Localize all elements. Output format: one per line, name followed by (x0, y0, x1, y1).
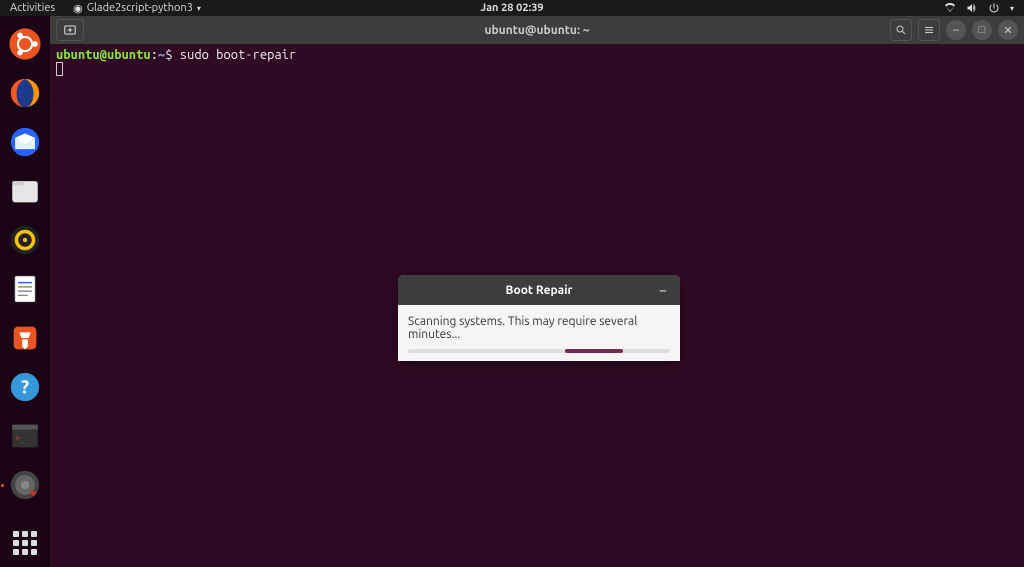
dock-item-bootrepair[interactable] (6, 468, 44, 503)
help-icon: ? (8, 370, 42, 404)
cursor (56, 62, 63, 76)
dock-item-ubuntu[interactable] (6, 26, 44, 61)
cursor-line (56, 62, 1018, 76)
command-text: sudo boot-repair (180, 48, 296, 62)
svg-text:?: ? (21, 378, 29, 398)
prompt-dollar: $ (165, 48, 180, 62)
search-button[interactable] (890, 19, 912, 41)
chevron-down-icon: ▾ (197, 4, 201, 13)
dock-item-firefox[interactable] (6, 75, 44, 110)
boot-repair-icon (8, 468, 42, 502)
dock-item-software[interactable] (6, 321, 44, 356)
new-tab-button[interactable] (56, 19, 84, 41)
hamburger-icon (923, 24, 935, 36)
dialog-title: Boot Repair (506, 284, 573, 297)
dock-item-files[interactable] (6, 173, 44, 208)
libreoffice-writer-icon (8, 272, 42, 306)
power-icon (988, 2, 1000, 14)
menu-button[interactable] (918, 19, 940, 41)
files-icon (8, 174, 42, 208)
status-area[interactable]: ▾ (944, 2, 1014, 14)
boot-repair-dialog[interactable]: Boot Repair ‒ Scanning systems. This may… (398, 275, 680, 361)
dock-item-writer[interactable] (6, 271, 44, 306)
thunderbird-icon (8, 125, 42, 159)
app-indicator-label: Glade2script-python3 (87, 2, 193, 14)
progress-bar-fill (565, 349, 623, 353)
network-icon (944, 2, 956, 14)
progress-bar-track (408, 349, 670, 353)
terminal-icon: >_ (8, 419, 42, 453)
volume-icon (966, 2, 978, 14)
dialog-message: Scanning systems. This may require sever… (408, 315, 670, 341)
ubuntu-logo-icon (8, 27, 42, 61)
prompt-sep: : (151, 48, 158, 62)
terminal-title: ubuntu@ubuntu: ~ (484, 24, 589, 37)
dialog-minimize-button[interactable]: ‒ (654, 281, 672, 299)
firefox-icon (8, 76, 42, 110)
dock: ? >_ (0, 16, 50, 567)
close-button[interactable]: ✕ (998, 20, 1018, 40)
clock[interactable]: Jan 28 02:39 (480, 2, 543, 14)
app-indicator[interactable]: ◉ Glade2script-python3 ▾ (73, 2, 201, 15)
dialog-body: Scanning systems. This may require sever… (398, 305, 680, 361)
chevron-down-icon: ▾ (1010, 4, 1014, 13)
prompt-user: ubuntu@ubuntu (56, 48, 151, 62)
dock-item-thunderbird[interactable] (6, 124, 44, 159)
rhythmbox-icon (8, 223, 42, 257)
terminal-line: ubuntu@ubuntu:~$ sudo boot-repair (56, 48, 1018, 62)
dock-item-terminal[interactable]: >_ (6, 419, 44, 454)
maximize-button[interactable]: □ (972, 20, 992, 40)
minimize-button[interactable]: ‒ (946, 20, 966, 40)
gnome-topbar: Activities ◉ Glade2script-python3 ▾ Jan … (0, 0, 1024, 16)
dock-item-rhythmbox[interactable] (6, 222, 44, 257)
terminal-titlebar[interactable]: ubuntu@ubuntu: ~ ‒ □ ✕ (50, 16, 1024, 44)
activities-button[interactable]: Activities (10, 2, 55, 14)
new-tab-icon (63, 23, 77, 37)
dialog-titlebar[interactable]: Boot Repair ‒ (398, 275, 680, 305)
search-icon (895, 24, 907, 36)
show-applications-button[interactable] (13, 531, 37, 555)
ubuntu-software-icon (8, 321, 42, 355)
app-indicator-icon: ◉ (73, 2, 83, 15)
topbar-left: Activities ◉ Glade2script-python3 ▾ (10, 2, 201, 15)
titlebar-controls: ‒ □ ✕ (890, 19, 1018, 41)
svg-text:>_: >_ (16, 434, 25, 443)
dock-item-help[interactable]: ? (6, 370, 44, 405)
